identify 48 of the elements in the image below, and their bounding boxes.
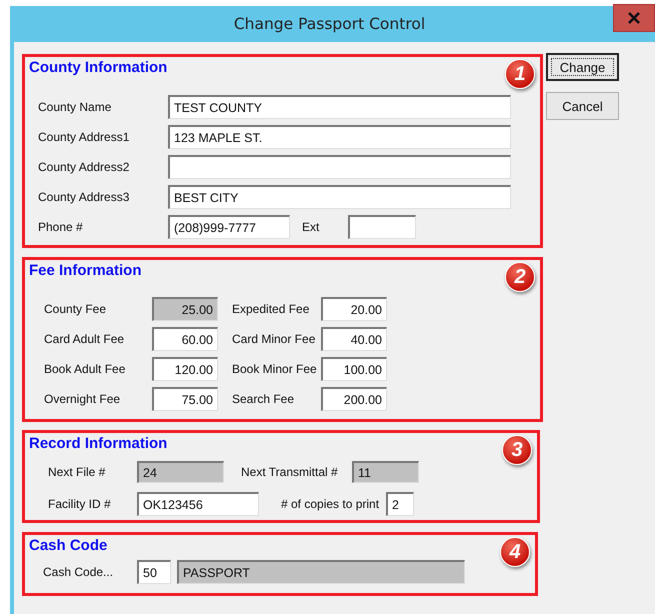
close-icon [628, 12, 640, 24]
field-label: Next File # [48, 465, 106, 479]
input-field[interactable]: 40.00 [321, 327, 387, 351]
field-label: Search Fee [231, 392, 296, 406]
dialog-button[interactable]: Change [546, 53, 619, 81]
section-title: Fee Information [28, 261, 142, 280]
field-label: Overnight Fee [44, 392, 122, 406]
field-label: Book Adult Fee [44, 362, 126, 376]
window-title: Change Passport Control [234, 15, 426, 33]
input-field[interactable]: 123 MAPLE ST. [168, 125, 511, 149]
section-title: Record Information [28, 434, 168, 453]
field-label: Next Transmittal # [240, 465, 339, 479]
field-label: Facility ID # [48, 497, 112, 511]
input-field[interactable]: 60.00 [152, 327, 218, 351]
input-field[interactable]: OK123456 [137, 492, 259, 516]
input-field[interactable]: 50 [137, 560, 171, 584]
field-label: County Address2 [38, 160, 130, 174]
input-field[interactable]: 120.00 [152, 357, 218, 381]
input-field[interactable]: 75.00 [152, 387, 218, 411]
input-field[interactable]: BEST CITY [168, 185, 511, 209]
field-label: County Address3 [38, 190, 130, 204]
number-badge: 4 [500, 537, 530, 567]
field-label: Cash Code... [43, 565, 114, 579]
section-title: Cash Code [28, 536, 108, 555]
field-label: # of copies to print [280, 497, 380, 511]
input-field[interactable]: TEST COUNTY [168, 95, 511, 119]
input-field[interactable]: 100.00 [321, 357, 387, 381]
field-label: County Fee [44, 302, 108, 316]
field-label: Book Minor Fee [231, 362, 318, 376]
dialog-button[interactable]: Cancel [546, 92, 619, 120]
input-field[interactable]: 2 [386, 492, 414, 516]
number-badge: 3 [502, 435, 532, 465]
input-field[interactable]: 20.00 [321, 297, 387, 321]
input-field[interactable]: 200.00 [321, 387, 387, 411]
field-label: Card Adult Fee [44, 332, 126, 346]
number-badge: 2 [505, 262, 535, 292]
close-button[interactable] [613, 4, 655, 32]
field-label: Expedited Fee [231, 302, 310, 316]
input-field[interactable] [348, 215, 416, 239]
field-label: Card Minor Fee [231, 332, 316, 346]
input-field[interactable] [168, 155, 511, 179]
field-label: Phone # [38, 220, 84, 234]
input-field[interactable]: (208)999-7777 [168, 215, 290, 239]
section-title: County Information [28, 58, 168, 77]
field-label: County Address1 [38, 130, 130, 144]
field-label: Ext [301, 220, 320, 234]
field-label: County Name [38, 100, 112, 114]
number-badge: 1 [505, 59, 535, 89]
